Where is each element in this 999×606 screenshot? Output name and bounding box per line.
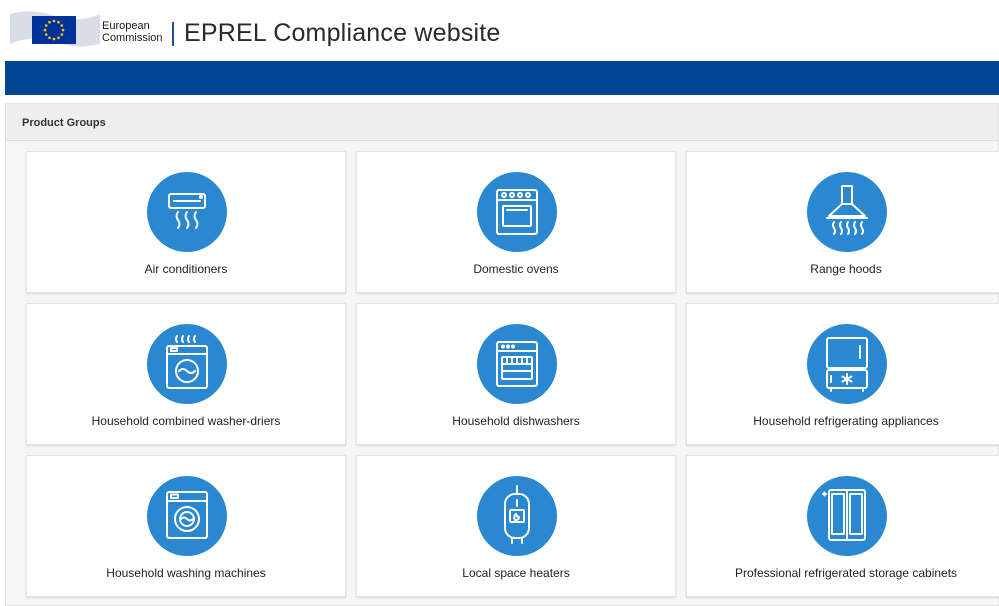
commission-line-1: European [102,20,150,32]
air-conditioner-icon [168,193,206,229]
product-group-label: Range hoods [810,262,882,276]
product-group-label: Air conditioners [144,262,228,276]
icon-circle [477,324,557,404]
navigation-bar [5,61,999,95]
product-group-card-washing-machines[interactable]: Household washing machines [26,455,346,597]
icon-circle [477,172,557,252]
icon-circle [807,324,887,404]
site-header: European Commission EPREL Compliance web… [0,0,999,60]
product-groups-panel: Product Groups Air conditioners Domestic… [5,103,999,606]
space-heater-icon [504,485,530,544]
icon-circle [807,172,887,252]
commission-name: European Commission [102,20,163,44]
product-group-label: Household combined washer-driers [91,414,281,428]
product-group-card-professional-refrigerated-cabinets[interactable]: Professional refrigerated storage cabine… [686,455,999,597]
icon-circle [147,324,227,404]
icon-circle [147,172,227,252]
panel-heading: Product Groups [6,104,998,141]
oven-icon [496,189,538,235]
european-commission-logo[interactable]: European Commission [10,4,168,52]
eu-flag-icon [10,11,100,47]
washing-machine-icon [166,491,208,539]
commission-line-2: Commission [102,32,163,44]
product-group-card-washer-driers[interactable]: Household combined washer-driers [26,303,346,445]
header-divider [172,22,174,46]
dishwasher-icon [496,341,538,387]
site-title[interactable]: EPREL Compliance website [184,19,501,48]
product-group-card-range-hoods[interactable]: Range hoods [686,151,999,293]
product-group-card-local-space-heaters[interactable]: Local space heaters [356,455,676,597]
icon-circle [147,476,227,556]
product-group-card-domestic-ovens[interactable]: Domestic ovens [356,151,676,293]
icon-circle [477,476,557,556]
product-group-label: Household refrigerating appliances [753,414,939,428]
product-group-card-air-conditioners[interactable]: Air conditioners [26,151,346,293]
product-group-label: Professional refrigerated storage cabine… [734,566,958,580]
product-group-card-refrigerating-appliances[interactable]: Household refrigerating appliances [686,303,999,445]
refrigerator-icon [826,337,868,392]
product-group-label: Household dishwashers [452,414,580,428]
product-group-label: Domestic ovens [473,262,559,276]
washer-drier-icon [166,335,208,389]
product-group-label: Local space heaters [462,566,570,580]
product-group-card-dishwashers[interactable]: Household dishwashers [356,303,676,445]
icon-circle [807,476,887,556]
product-group-label: Household washing machines [106,566,266,580]
refrigerated-cabinet-icon [822,489,866,541]
range-hood-icon [826,185,868,235]
panel-title: Product Groups [22,117,106,129]
